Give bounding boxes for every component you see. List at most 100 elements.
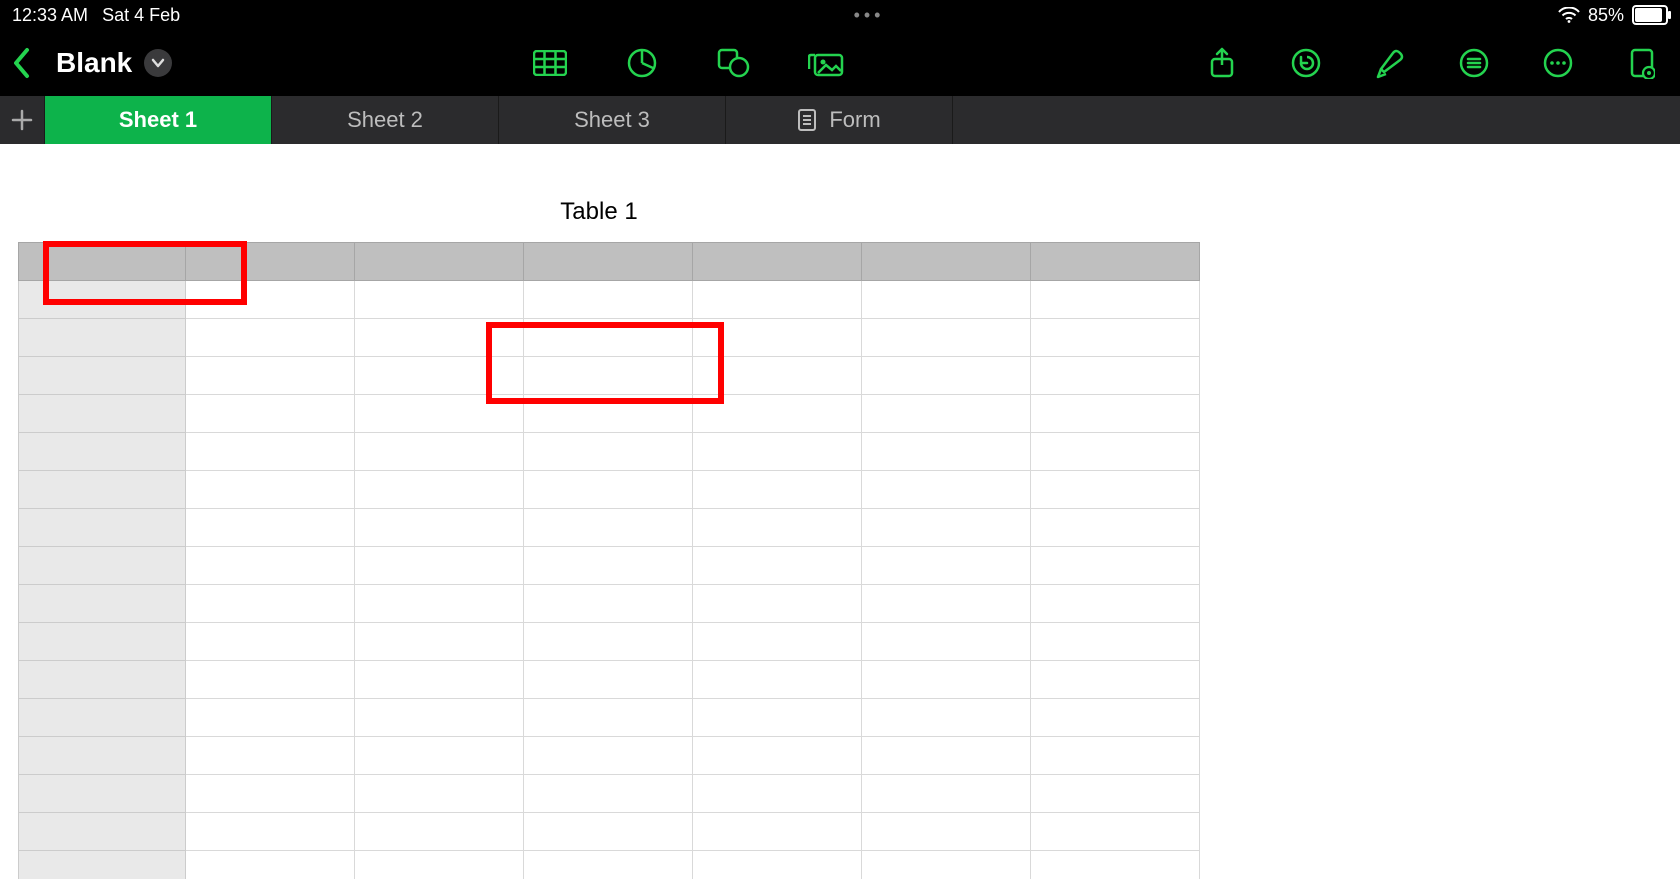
cell[interactable] [693, 395, 862, 433]
cell[interactable] [1031, 775, 1200, 813]
cell[interactable] [524, 281, 693, 319]
status-more-dots[interactable]: ••• [854, 5, 885, 26]
cell[interactable] [355, 585, 524, 623]
cell[interactable] [524, 585, 693, 623]
row-header[interactable] [19, 585, 186, 623]
cell[interactable] [693, 547, 862, 585]
row-header[interactable] [19, 319, 186, 357]
cell[interactable] [693, 699, 862, 737]
cell[interactable] [1031, 585, 1200, 623]
cell[interactable] [186, 471, 355, 509]
cell[interactable] [186, 851, 355, 879]
cell[interactable] [1031, 319, 1200, 357]
cell[interactable] [186, 699, 355, 737]
cell[interactable] [355, 281, 524, 319]
collaborate-icon[interactable] [1624, 45, 1660, 81]
insert-shape-icon[interactable] [716, 45, 752, 81]
cell[interactable] [1031, 509, 1200, 547]
row-header[interactable] [19, 433, 186, 471]
cell[interactable] [693, 357, 862, 395]
cell[interactable] [186, 281, 355, 319]
cell[interactable] [524, 851, 693, 879]
sheet-tab-2[interactable]: Sheet 2 [272, 96, 499, 144]
cell[interactable] [1031, 357, 1200, 395]
cell[interactable] [693, 433, 862, 471]
share-icon[interactable] [1204, 45, 1240, 81]
cell[interactable] [862, 737, 1031, 775]
cell[interactable] [355, 357, 524, 395]
cell[interactable] [862, 395, 1031, 433]
row-header[interactable] [19, 813, 186, 851]
cell[interactable] [693, 585, 862, 623]
cell[interactable] [186, 661, 355, 699]
cell[interactable] [355, 395, 524, 433]
insert-table-icon[interactable] [532, 45, 568, 81]
cell[interactable] [186, 357, 355, 395]
organize-icon[interactable] [1456, 45, 1492, 81]
cell[interactable] [355, 547, 524, 585]
cell[interactable] [1031, 737, 1200, 775]
cell[interactable] [862, 509, 1031, 547]
cell[interactable] [524, 357, 693, 395]
insert-chart-icon[interactable] [624, 45, 660, 81]
cell[interactable] [862, 357, 1031, 395]
cell[interactable] [524, 471, 693, 509]
row-header[interactable] [19, 623, 186, 661]
cell[interactable] [186, 737, 355, 775]
cell[interactable] [524, 623, 693, 661]
cell[interactable] [524, 547, 693, 585]
cell[interactable] [524, 433, 693, 471]
spreadsheet-table[interactable] [18, 242, 1200, 879]
row-header[interactable] [19, 851, 186, 879]
row-header[interactable] [19, 395, 186, 433]
form-tab[interactable]: Form [726, 96, 953, 144]
column-header[interactable] [524, 243, 693, 281]
add-sheet-button[interactable] [0, 96, 45, 144]
spreadsheet-canvas[interactable]: Table 1 [0, 144, 1680, 879]
column-header[interactable] [1031, 243, 1200, 281]
cell[interactable] [862, 851, 1031, 879]
cell[interactable] [862, 547, 1031, 585]
row-header[interactable] [19, 699, 186, 737]
sheet-tab-3[interactable]: Sheet 3 [499, 96, 726, 144]
cell[interactable] [524, 395, 693, 433]
cell[interactable] [693, 737, 862, 775]
cell[interactable] [862, 281, 1031, 319]
cell[interactable] [186, 547, 355, 585]
table-corner-cell[interactable] [19, 243, 186, 281]
cell[interactable] [355, 471, 524, 509]
cell[interactable] [862, 661, 1031, 699]
cell[interactable] [355, 319, 524, 357]
cell[interactable] [862, 775, 1031, 813]
format-brush-icon[interactable] [1372, 45, 1408, 81]
cell[interactable] [862, 433, 1031, 471]
cell[interactable] [693, 775, 862, 813]
more-options-icon[interactable] [1540, 45, 1576, 81]
cell[interactable] [693, 623, 862, 661]
cell[interactable] [693, 813, 862, 851]
row-header[interactable] [19, 509, 186, 547]
insert-media-icon[interactable] [808, 45, 844, 81]
cell[interactable] [693, 281, 862, 319]
sheet-tab-1[interactable]: Sheet 1 [45, 96, 272, 144]
cell[interactable] [693, 509, 862, 547]
cell[interactable] [355, 775, 524, 813]
cell[interactable] [1031, 281, 1200, 319]
cell[interactable] [355, 509, 524, 547]
cell[interactable] [355, 623, 524, 661]
cell[interactable] [693, 471, 862, 509]
cell[interactable] [693, 661, 862, 699]
cell[interactable] [524, 775, 693, 813]
cell[interactable] [524, 813, 693, 851]
cell[interactable] [524, 737, 693, 775]
cell[interactable] [1031, 547, 1200, 585]
row-header[interactable] [19, 775, 186, 813]
cell[interactable] [355, 851, 524, 879]
cell[interactable] [862, 319, 1031, 357]
cell[interactable] [1031, 395, 1200, 433]
row-header[interactable] [19, 281, 186, 319]
cell[interactable] [693, 319, 862, 357]
column-header[interactable] [862, 243, 1031, 281]
row-header[interactable] [19, 357, 186, 395]
cell[interactable] [862, 471, 1031, 509]
